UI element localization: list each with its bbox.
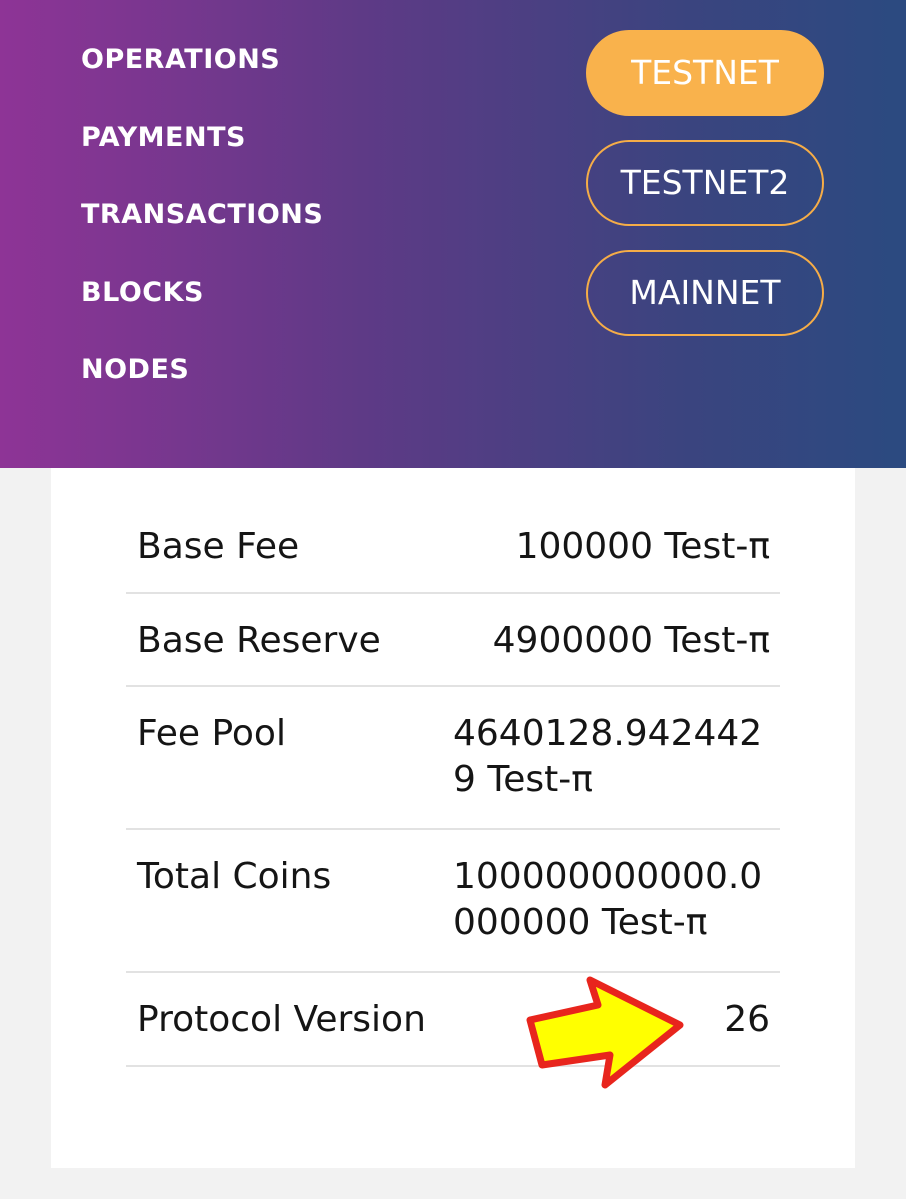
row-label: Base Fee (137, 526, 300, 567)
network-testnet-button[interactable]: TESTNET (586, 30, 824, 116)
row-label: Protocol Version (137, 999, 426, 1040)
nav-blocks[interactable]: BLOCKS (81, 275, 323, 353)
ledger-card: Base Fee 100000 Test-π Base Reserve 4900… (51, 468, 855, 1168)
row-value: 4900000 Test-π (492, 620, 770, 661)
nav-transactions[interactable]: TRANSACTIONS (81, 197, 323, 275)
row-value: 4640128.94244­29 Test-π (453, 713, 763, 800)
table-row-total-coins: Total Coins 100000000000.­0000000 Test-π (126, 830, 780, 973)
row-label: Base Reserve (137, 620, 381, 661)
main-nav: OPERATIONS PAYMENTS TRANSACTIONS BLOCKS … (81, 42, 323, 430)
nav-operations[interactable]: OPERATIONS (81, 42, 323, 120)
nav-nodes[interactable]: NODES (81, 352, 323, 430)
table-row-base-reserve: Base Reserve 4900000 Test-π (126, 594, 780, 687)
header-bar: OPERATIONS PAYMENTS TRANSACTIONS BLOCKS … (0, 0, 906, 468)
pointer-arrow-icon (526, 976, 684, 1089)
nav-payments[interactable]: PAYMENTS (81, 120, 323, 198)
pointer-arrow-shape (526, 976, 684, 1089)
table-row-fee-pool: Fee Pool 4640128.94244­29 Test-π (126, 687, 780, 830)
row-value: 100000000000.­0000000 Test-π (453, 856, 763, 943)
network-mainnet-button[interactable]: MAINNET (586, 250, 824, 336)
row-label: Fee Pool (137, 713, 286, 754)
network-testnet2-button[interactable]: TESTNET2 (586, 140, 824, 226)
row-label: Total Coins (137, 856, 332, 897)
table-row-base-fee: Base Fee 100000 Test-π (126, 500, 780, 594)
row-value: 100000 Test-π (515, 526, 770, 567)
